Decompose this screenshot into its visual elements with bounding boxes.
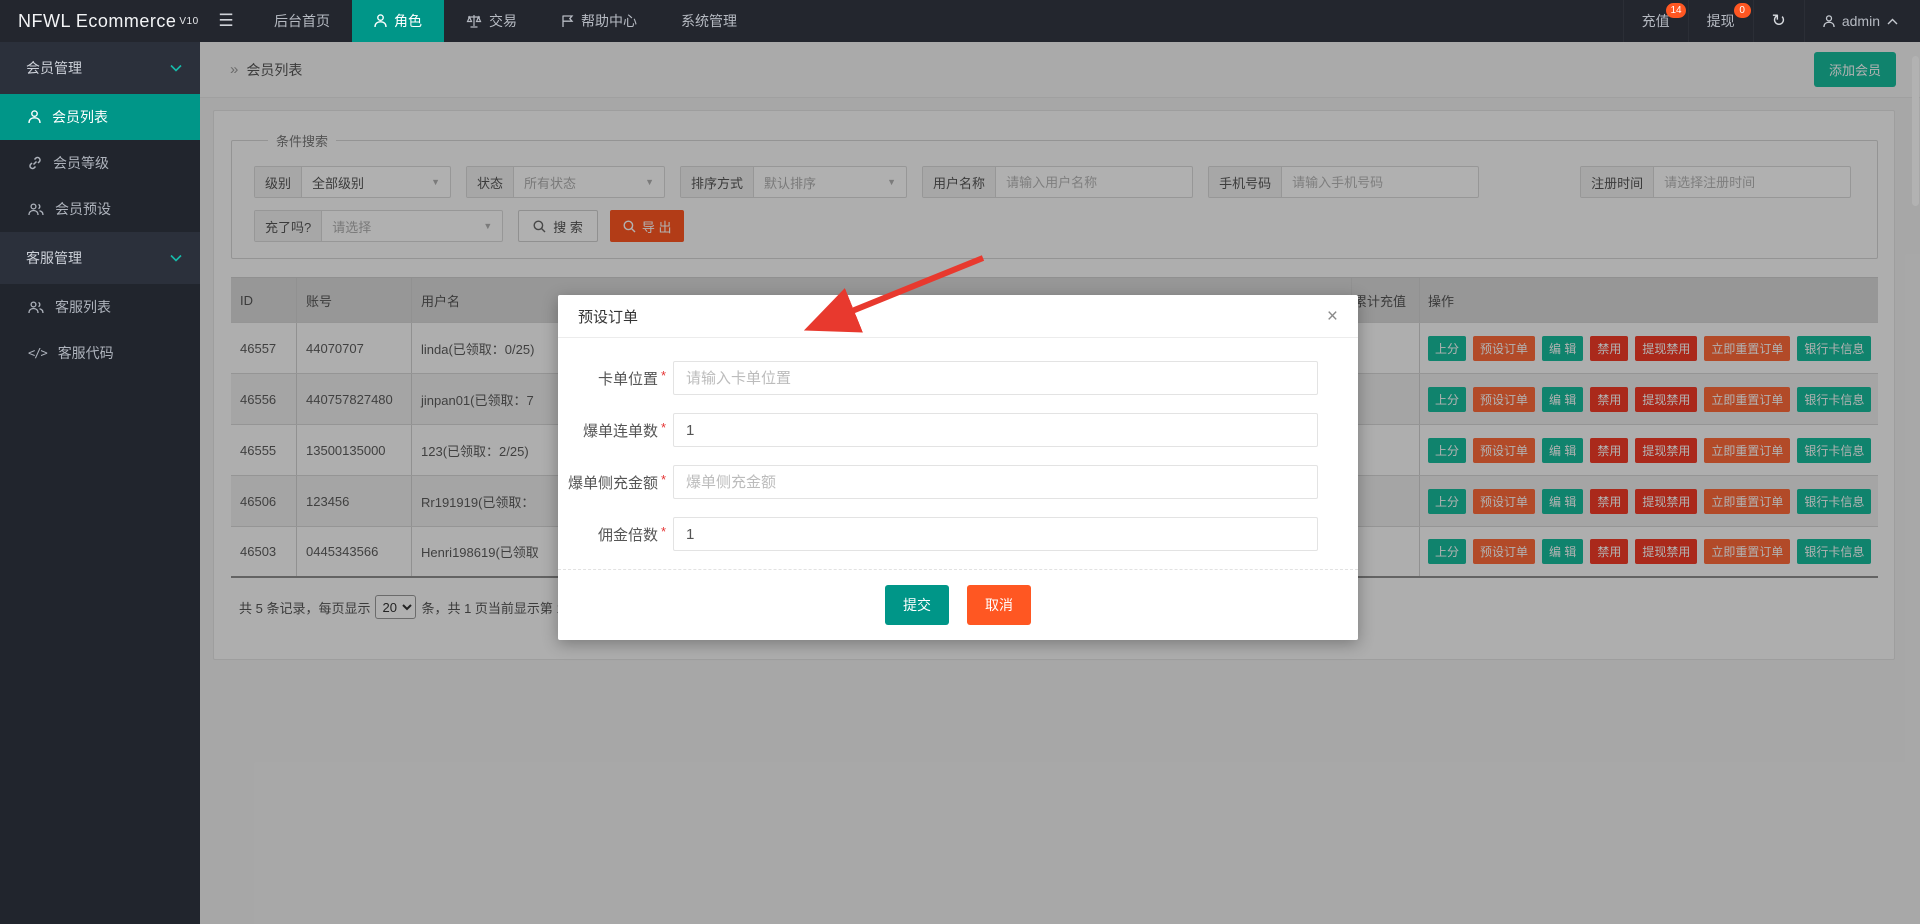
withdraw-badge: 0 <box>1733 3 1751 18</box>
field-burst-amount: 爆单侧充金额 * <box>558 465 1358 499</box>
sidebar: 会员管理 会员列表 会员等级 会员预设 客服管理 客服列表 </> 客服代码 <box>0 42 200 924</box>
modal-footer: 提交 取消 <box>558 585 1358 625</box>
withdraw-label: 提现 <box>1706 13 1735 29</box>
brand-version: V10 <box>179 15 199 27</box>
chevron-up-icon <box>1887 18 1898 24</box>
cancel-button[interactable]: 取消 <box>967 585 1031 625</box>
modal-separator <box>558 569 1358 570</box>
field-card-position: 卡单位置 * <box>558 361 1358 395</box>
nav-item-system[interactable]: 系统管理 <box>659 0 759 42</box>
sidebar-group-label: 会员管理 <box>26 60 82 76</box>
link-icon <box>29 156 41 170</box>
sidebar-item-label: 会员预设 <box>55 201 111 217</box>
sidebar-item-label: 会员等级 <box>53 155 109 171</box>
withdraw-button[interactable]: 提现 0 <box>1687 0 1753 42</box>
users-icon <box>28 300 44 313</box>
field-label: 爆单侧充金额 <box>567 474 658 492</box>
hamburger-menu-icon[interactable]: ☰ <box>200 0 252 42</box>
flag-icon <box>562 15 574 27</box>
sidebar-item-label: 客服代码 <box>57 345 114 361</box>
content-area: » 会员列表 添加会员 条件搜索 级别 全部级别 ▼ 状态 所有状态 ▼ 排序方… <box>200 42 1920 924</box>
close-icon[interactable]: × <box>1327 307 1338 326</box>
nav-right-group: 充值 14 提现 0 ↻ admin <box>1622 0 1920 42</box>
nav-item-help[interactable]: 帮助中心 <box>539 0 659 42</box>
sidebar-group-member-mgmt[interactable]: 会员管理 <box>0 42 200 94</box>
users-icon <box>28 202 44 215</box>
field-burst-count: 爆单连单数 * <box>558 413 1358 447</box>
field-commission-multiple: 佣金倍数 * <box>558 517 1358 551</box>
burst-count-input[interactable] <box>673 413 1318 447</box>
modal-body: 卡单位置 * 爆单连单数 * 爆单侧充金额 * <box>558 338 1358 551</box>
chevron-down-icon <box>170 254 182 262</box>
recharge-label: 充值 <box>1641 13 1670 29</box>
nav-item-roles[interactable]: 角色 <box>352 0 444 42</box>
refresh-button[interactable]: ↻ <box>1752 0 1804 42</box>
card-position-input[interactable] <box>673 361 1318 395</box>
sidebar-item-label: 客服列表 <box>55 299 111 315</box>
sidebar-item-service-list[interactable]: 客服列表 <box>0 284 200 330</box>
nav-item-dashboard[interactable]: 后台首页 <box>252 0 352 42</box>
scales-icon <box>466 15 482 28</box>
field-label: 卡单位置 <box>597 370 658 388</box>
chevron-down-icon <box>170 64 182 72</box>
submit-button[interactable]: 提交 <box>885 585 949 625</box>
code-icon: </> <box>28 346 48 360</box>
user-menu[interactable]: admin <box>1803 0 1920 42</box>
recharge-badge: 14 <box>1666 3 1686 18</box>
required-asterisk: * <box>661 419 667 435</box>
preset-order-modal: 预设订单 × 卡单位置 * 爆单连单数 * 爆单侧充金额 <box>558 295 1358 640</box>
modal-header: 预设订单 × <box>558 295 1358 338</box>
sidebar-group-label: 客服管理 <box>26 250 82 266</box>
nav-item-label: 交易 <box>489 13 517 29</box>
commission-multiple-input[interactable] <box>673 517 1318 551</box>
sidebar-item-member-level[interactable]: 会员等级 <box>0 140 200 186</box>
username-text: admin <box>1841 13 1880 29</box>
top-navbar: NFWL Ecommerce V10 ☰ 后台首页 角色 交易 帮助中心 系统管理… <box>0 0 1920 42</box>
brand-text: NFWL Ecommerce <box>18 10 177 31</box>
nav-item-trade[interactable]: 交易 <box>444 0 539 42</box>
field-label: 佣金倍数 <box>597 526 658 544</box>
required-asterisk: * <box>661 523 667 539</box>
sidebar-item-member-list[interactable]: 会员列表 <box>0 94 200 140</box>
app-root: NFWL Ecommerce V10 ☰ 后台首页 角色 交易 帮助中心 系统管理… <box>0 0 1920 924</box>
person-icon <box>374 14 387 28</box>
field-label: 爆单连单数 <box>582 422 658 440</box>
nav-item-label: 后台首页 <box>274 13 330 29</box>
modal-title: 预设订单 <box>578 308 639 326</box>
required-asterisk: * <box>661 471 667 487</box>
sidebar-item-member-preset[interactable]: 会员预设 <box>0 186 200 232</box>
nav-item-label: 系统管理 <box>681 13 737 29</box>
burst-amount-input[interactable] <box>673 465 1318 499</box>
required-asterisk: * <box>661 367 667 383</box>
nav-item-label: 帮助中心 <box>581 13 637 29</box>
person-icon <box>1823 14 1835 27</box>
nav-item-label: 角色 <box>394 13 422 29</box>
sidebar-item-service-code[interactable]: </> 客服代码 <box>0 330 200 376</box>
sidebar-group-service-mgmt[interactable]: 客服管理 <box>0 232 200 284</box>
recharge-button[interactable]: 充值 14 <box>1622 0 1688 42</box>
person-icon <box>28 110 41 124</box>
brand-logo: NFWL Ecommerce V10 <box>0 0 200 42</box>
sidebar-item-label: 会员列表 <box>52 109 108 125</box>
